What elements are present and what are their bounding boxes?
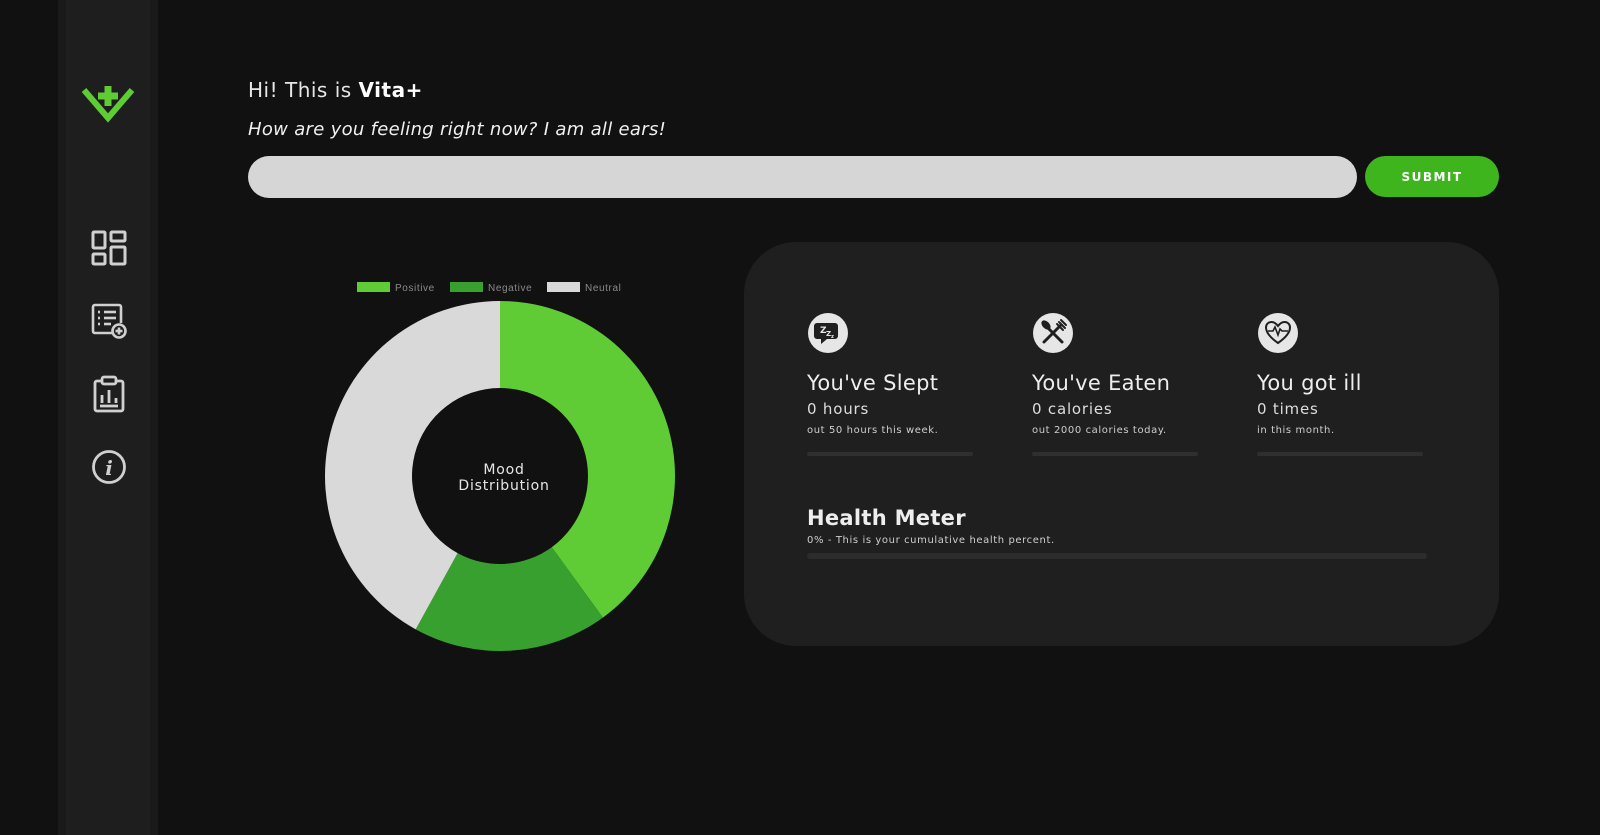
sleep-value: 0 hours xyxy=(807,400,870,418)
report-clipboard-icon[interactable] xyxy=(90,375,128,413)
legend-label-negative[interactable]: Negative xyxy=(488,283,532,294)
submit-button[interactable]: SUBMIT xyxy=(1365,156,1499,197)
stats-panel: Z Z z You've Slept 0 hours out 50 hours … xyxy=(744,242,1499,646)
health-meter-title: Health Meter xyxy=(807,506,966,530)
mood-input[interactable] xyxy=(248,156,1357,198)
legend-label-positive[interactable]: Positive xyxy=(395,283,435,294)
chart-center-label: Distribution xyxy=(458,478,549,494)
sleep-subtext: out 50 hours this week. xyxy=(807,425,939,436)
legend-swatch-negative[interactable] xyxy=(450,282,483,292)
legend-swatch-positive[interactable] xyxy=(357,282,390,292)
add-entry-icon[interactable] xyxy=(90,302,128,340)
eat-value: 0 calories xyxy=(1032,400,1113,418)
sleep-icon: Z Z z xyxy=(808,313,848,353)
greeting-prefix: Hi! This is xyxy=(248,78,352,102)
greeting: Hi! This is Vita+ xyxy=(248,78,423,102)
mood-prompt: How are you feeling right now? I am all … xyxy=(248,119,667,140)
svg-text:z: z xyxy=(831,334,834,340)
legend-label-neutral[interactable]: Neutral xyxy=(585,283,621,294)
mood-chart: Positive Negative Neutral Mood Distribution xyxy=(300,270,700,660)
sleep-progress-bar xyxy=(807,452,973,456)
info-icon[interactable]: i xyxy=(90,448,128,486)
eat-progress-bar xyxy=(1032,452,1198,456)
ill-progress-bar xyxy=(1257,452,1423,456)
brand-name: Vita+ xyxy=(358,78,423,102)
eat-title: You've Eaten xyxy=(1032,371,1171,395)
eat-subtext: out 2000 calories today. xyxy=(1032,425,1167,436)
ill-value: 0 times xyxy=(1257,400,1319,418)
ill-title: You got ill xyxy=(1257,371,1362,395)
legend-swatch-neutral[interactable] xyxy=(547,282,580,292)
fork-knife-icon xyxy=(1033,313,1073,353)
svg-text:i: i xyxy=(105,456,113,480)
health-meter-subtext: 0% - This is your cumulative health perc… xyxy=(807,535,1055,546)
vita-logo-icon[interactable] xyxy=(81,84,135,124)
heartbeat-icon xyxy=(1258,313,1298,353)
sleep-title: You've Slept xyxy=(807,371,939,395)
ill-subtext: in this month. xyxy=(1257,425,1335,436)
chart-center-label: Mood xyxy=(483,462,524,478)
sidebar xyxy=(66,0,150,835)
health-meter-bar xyxy=(807,553,1427,559)
mood-donut-chart: Positive Negative Neutral MoodDistribution xyxy=(325,282,675,651)
dashboard-icon[interactable] xyxy=(90,229,128,267)
